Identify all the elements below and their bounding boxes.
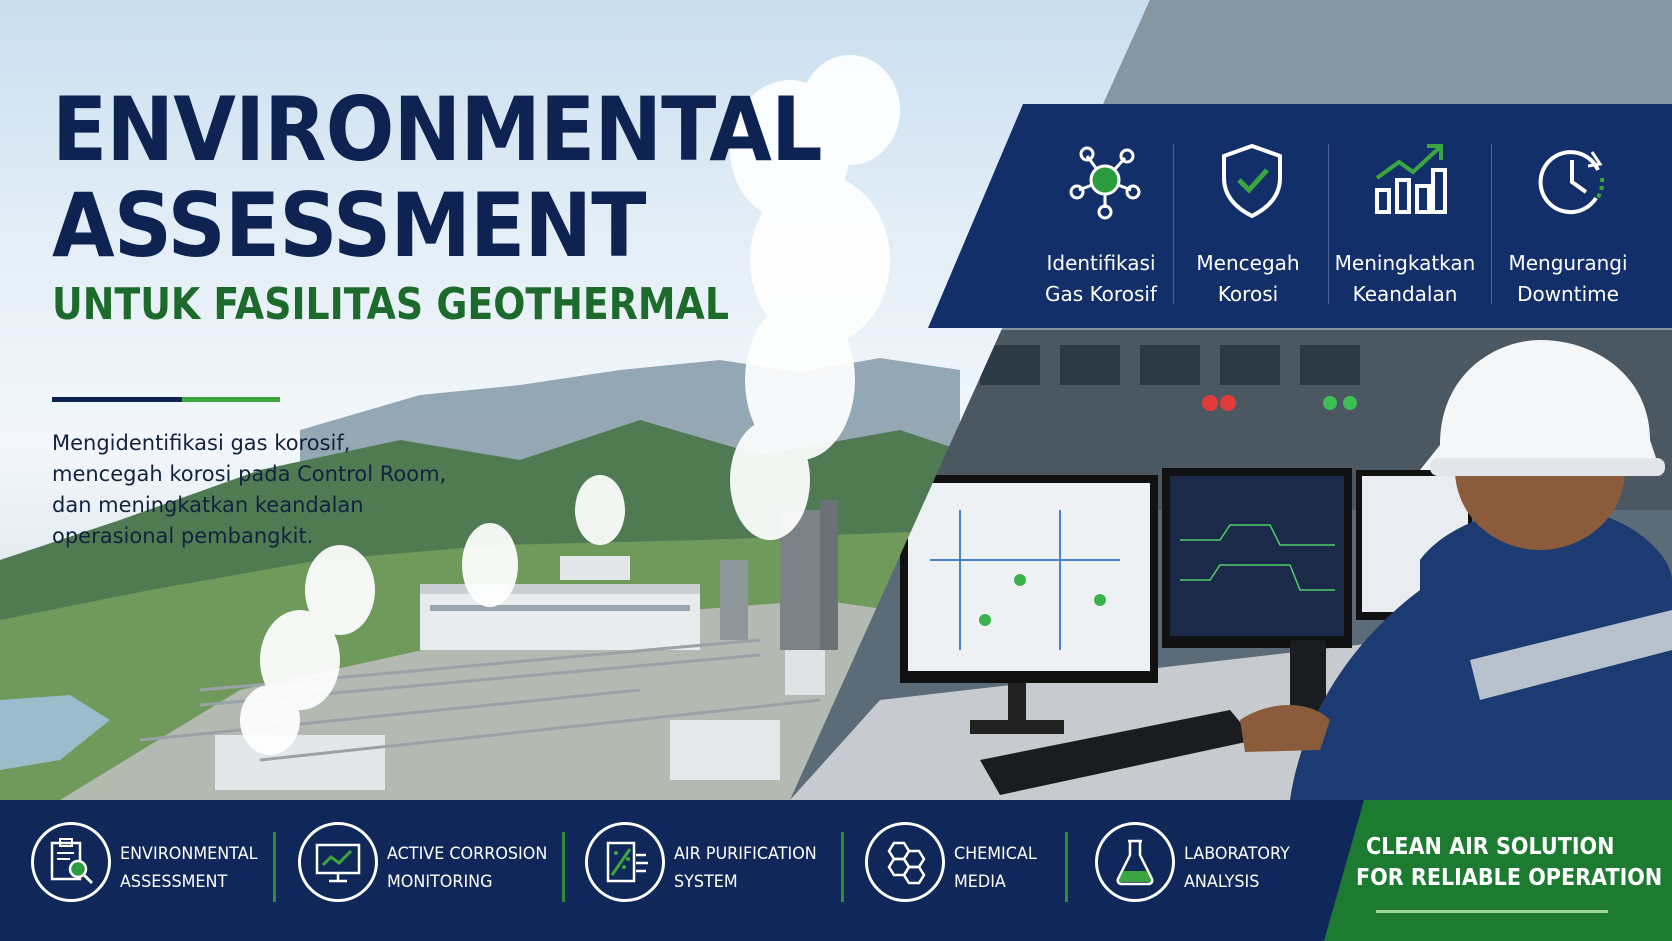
service-label-line: LABORATORY [1184, 844, 1290, 864]
service-label: LABORATORY ANALYSIS [1184, 840, 1290, 896]
service-label-line: ENVIRONMENTAL [120, 844, 258, 864]
page-subtitle: UNTUK FASILITAS GEOTHERMAL [52, 279, 729, 330]
bar-chart-up-icon [1375, 144, 1447, 214]
cta-banner: CLEAN AIR SOLUTION FOR RELIABLE OPERATIO… [1324, 800, 1672, 941]
service-divider [562, 832, 565, 902]
page-title-line1: ENVIRONMENTAL [52, 78, 823, 181]
shield-check-icon [1222, 143, 1282, 219]
service-label-line: ASSESSMENT [120, 872, 228, 892]
benefit-label-line: Mengurangi [1508, 251, 1628, 275]
service-label-line: CHEMICAL [954, 844, 1037, 864]
benefit-reduce-downtime: Mengurangi Downtime [1488, 104, 1648, 328]
description-line: dan meningkatkan keandalan [52, 493, 364, 517]
cta-underline [1376, 910, 1608, 913]
service-label: CHEMICAL MEDIA [954, 840, 1037, 896]
benefit-label: Mencegah Korosi [1168, 248, 1328, 310]
service-divider [841, 832, 844, 902]
benefit-label-line: Meningkatkan [1334, 251, 1476, 275]
description-line: mencegah korosi pada Control Room, [52, 462, 447, 486]
hero-description: Mengidentifikasi gas korosif, mencegah k… [52, 428, 472, 552]
clock-refresh-icon [1538, 150, 1605, 215]
service-label-line: MONITORING [387, 872, 493, 892]
benefit-improve-reliability: Meningkatkan Keandalan [1325, 104, 1485, 328]
infographic-banner: ENVIRONMENTAL ASSESSMENT UNTUK FASILITAS… [0, 0, 1672, 941]
service-label-line: SYSTEM [674, 872, 738, 892]
air-filter-icon [606, 841, 648, 883]
monitor-chart-icon [315, 843, 361, 883]
benefit-label-line: Downtime [1517, 282, 1619, 306]
service-label-line: ACTIVE CORROSION [387, 844, 548, 864]
benefit-label: Meningkatkan Keandalan [1325, 248, 1485, 310]
description-line: operasional pembangkit. [52, 524, 314, 548]
cta-line2: FOR RELIABLE OPERATION [1356, 865, 1663, 891]
benefit-label-line: Keandalan [1352, 282, 1458, 306]
service-icon-circle [1095, 822, 1175, 902]
service-divider [1065, 832, 1068, 902]
hexagon-media-icon [887, 841, 926, 885]
services-bar: ENVIRONMENTAL ASSESSMENT ACTIVE CORROSIO… [0, 800, 1672, 941]
service-icon-circle [298, 822, 378, 902]
benefit-label-line: Mencegah [1196, 251, 1300, 275]
benefit-label-line: Identifikasi [1046, 251, 1156, 275]
service-icon-circle [865, 822, 945, 902]
benefit-label-line: Korosi [1217, 282, 1279, 306]
title-divider [52, 397, 280, 402]
service-label-line: ANALYSIS [1184, 872, 1260, 892]
benefit-identify-gas: Identifikasi Gas Korosif [1021, 104, 1181, 328]
flask-icon [1116, 839, 1154, 886]
cta-line1: CLEAN AIR SOLUTION [1366, 834, 1615, 860]
service-label: ENVIRONMENTAL ASSESSMENT [120, 840, 258, 896]
service-label-line: MEDIA [954, 872, 1006, 892]
hero-heading-block: ENVIRONMENTAL ASSESSMENT UNTUK FASILITAS… [52, 82, 889, 330]
page-title-line2: ASSESSMENT [52, 174, 646, 277]
benefits-band: Identifikasi Gas Korosif Mencegah Korosi [928, 104, 1672, 328]
description-line: Mengidentifikasi gas korosif, [52, 431, 351, 455]
service-label: ACTIVE CORROSION MONITORING [387, 840, 547, 896]
benefit-label: Mengurangi Downtime [1488, 248, 1648, 310]
service-label-line: AIR PURIFICATION [674, 844, 817, 864]
benefit-prevent-corrosion: Mencegah Korosi [1168, 104, 1328, 328]
molecule-network-icon [1069, 146, 1141, 220]
benefit-label-line: Gas Korosif [1045, 282, 1157, 306]
service-label: AIR PURIFICATION SYSTEM [674, 840, 817, 896]
service-icon-circle [585, 822, 665, 902]
service-divider [273, 832, 276, 902]
clipboard-search-icon [50, 838, 94, 885]
service-icon-circle [31, 822, 111, 902]
benefit-label: Identifikasi Gas Korosif [1021, 248, 1181, 310]
